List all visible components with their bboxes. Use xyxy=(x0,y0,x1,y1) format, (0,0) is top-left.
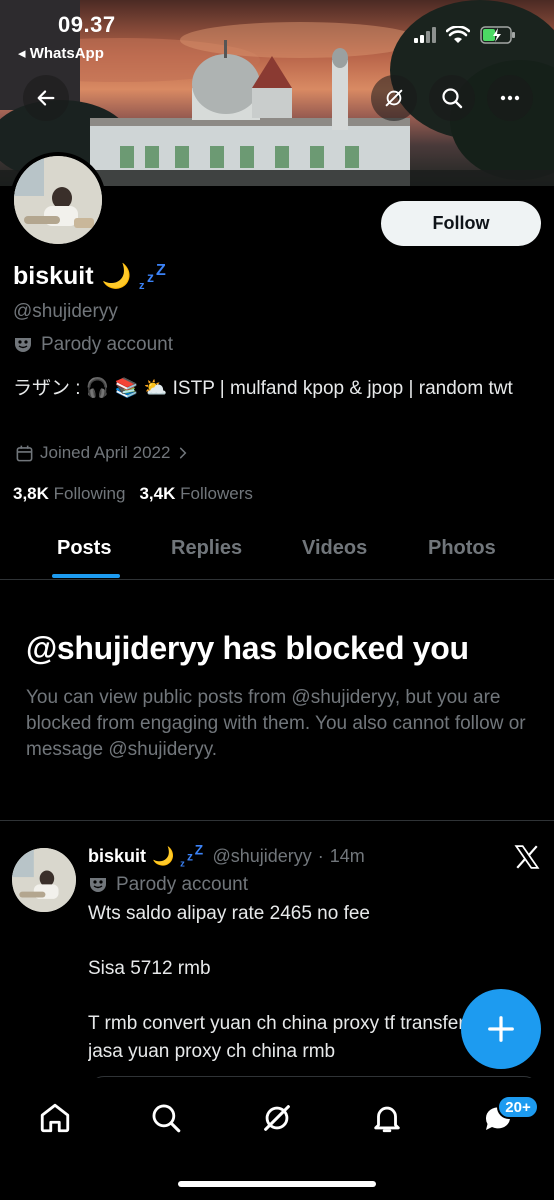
tab-posts[interactable]: Posts xyxy=(57,537,111,560)
parody-label: Parody account xyxy=(13,334,173,356)
notifications-icon xyxy=(374,1106,400,1133)
post-sleeping-zzz-icon: z z Z xyxy=(181,844,204,868)
joined-date[interactable]: Joined April 2022 xyxy=(15,443,190,463)
nav-notifications[interactable] xyxy=(367,1098,407,1138)
calendar-icon xyxy=(16,445,33,461)
home-icon xyxy=(40,1103,70,1133)
blocked-description: You can view public posts from @shujider… xyxy=(26,687,526,760)
section-divider xyxy=(0,820,554,821)
nav-grok[interactable] xyxy=(257,1098,297,1138)
messages-badge: 20+ xyxy=(497,1095,539,1119)
arrow-left-icon xyxy=(37,90,55,106)
moon-emoji: 🌙 xyxy=(101,263,132,290)
profile-tabs: Posts Replies Videos Photos xyxy=(0,528,554,580)
follow-button[interactable]: Follow xyxy=(381,201,541,246)
grok-button[interactable] xyxy=(371,75,417,121)
post-header: biskuit 🌙 z z Z @shujideryy · 14m xyxy=(88,844,365,868)
post-timestamp[interactable]: 14m xyxy=(330,846,365,867)
blocked-title: @shujideryy has blocked you xyxy=(26,630,469,666)
post-moon-emoji: 🌙 xyxy=(152,845,175,866)
status-time: 09.37 xyxy=(58,12,116,37)
avatar-image xyxy=(14,156,102,244)
grok-icon xyxy=(385,89,403,107)
post-author-name[interactable]: biskuit xyxy=(88,846,146,867)
nav-home[interactable] xyxy=(35,1098,75,1138)
following-label: Following xyxy=(53,484,126,503)
profile-display-name: biskuit 🌙 z z Z xyxy=(13,262,169,291)
home-indicator[interactable] xyxy=(178,1181,376,1187)
battery-charging-icon xyxy=(480,26,515,44)
post-avatar[interactable] xyxy=(12,848,76,912)
svg-text:z: z xyxy=(181,857,186,868)
search-button[interactable] xyxy=(429,75,475,121)
tab-photos[interactable]: Photos xyxy=(428,537,496,560)
more-button[interactable] xyxy=(487,75,533,121)
follow-stats: 3,8K Following 3,4K Followers xyxy=(13,484,253,504)
tab-replies[interactable]: Replies xyxy=(171,537,242,560)
more-icon xyxy=(500,95,520,101)
wifi-icon xyxy=(446,26,470,43)
profile-bio: ラザン : 🎧 📚 ⛅ ISTP | mulfand kpop & jpop |… xyxy=(13,378,513,399)
status-icons xyxy=(414,26,516,44)
followers-count: 3,4K xyxy=(139,484,176,503)
joined-date-text: Joined April 2022 xyxy=(40,443,171,462)
active-tab-indicator xyxy=(52,574,120,578)
profile-handle: @shujideryy xyxy=(13,301,118,322)
profile-avatar[interactable] xyxy=(10,152,106,248)
plus-icon xyxy=(488,1016,514,1042)
post-author-handle[interactable]: @shujideryy xyxy=(212,846,311,867)
back-to-app-link[interactable]: ◂ WhatsApp xyxy=(18,44,104,62)
search-icon xyxy=(152,1104,181,1133)
followers-link[interactable]: 3,4K Followers xyxy=(139,484,252,504)
svg-text:Z: Z xyxy=(195,844,203,857)
sleeping-zzz-icon: z z Z xyxy=(139,263,166,291)
post-avatar-image xyxy=(12,848,76,912)
post-x-logo xyxy=(514,845,540,874)
parody-label-text: Parody account xyxy=(41,334,174,355)
nav-search[interactable] xyxy=(146,1098,186,1138)
svg-text:Z: Z xyxy=(156,263,166,279)
signal-icon xyxy=(414,27,436,43)
back-button[interactable] xyxy=(23,75,69,121)
post-parody-label-text: Parody account xyxy=(116,874,249,895)
svg-text:z: z xyxy=(139,280,145,291)
x-logo-icon xyxy=(514,845,540,869)
parody-mask-icon xyxy=(15,338,31,352)
following-link[interactable]: 3,8K Following xyxy=(13,484,125,504)
compose-post-button[interactable] xyxy=(461,989,541,1069)
followers-label: Followers xyxy=(180,484,253,503)
post-parody-label: Parody account xyxy=(88,874,248,896)
post-parody-mask-icon xyxy=(90,878,106,892)
grok-icon xyxy=(264,1105,290,1131)
tab-videos[interactable]: Videos xyxy=(302,537,367,560)
search-icon xyxy=(442,88,463,109)
chevron-right-icon xyxy=(180,447,187,459)
display-name-text: biskuit xyxy=(13,262,94,290)
svg-text:z: z xyxy=(187,849,193,863)
following-count: 3,8K xyxy=(13,484,49,503)
post-separator: · xyxy=(317,845,324,866)
svg-text:z: z xyxy=(147,269,154,285)
